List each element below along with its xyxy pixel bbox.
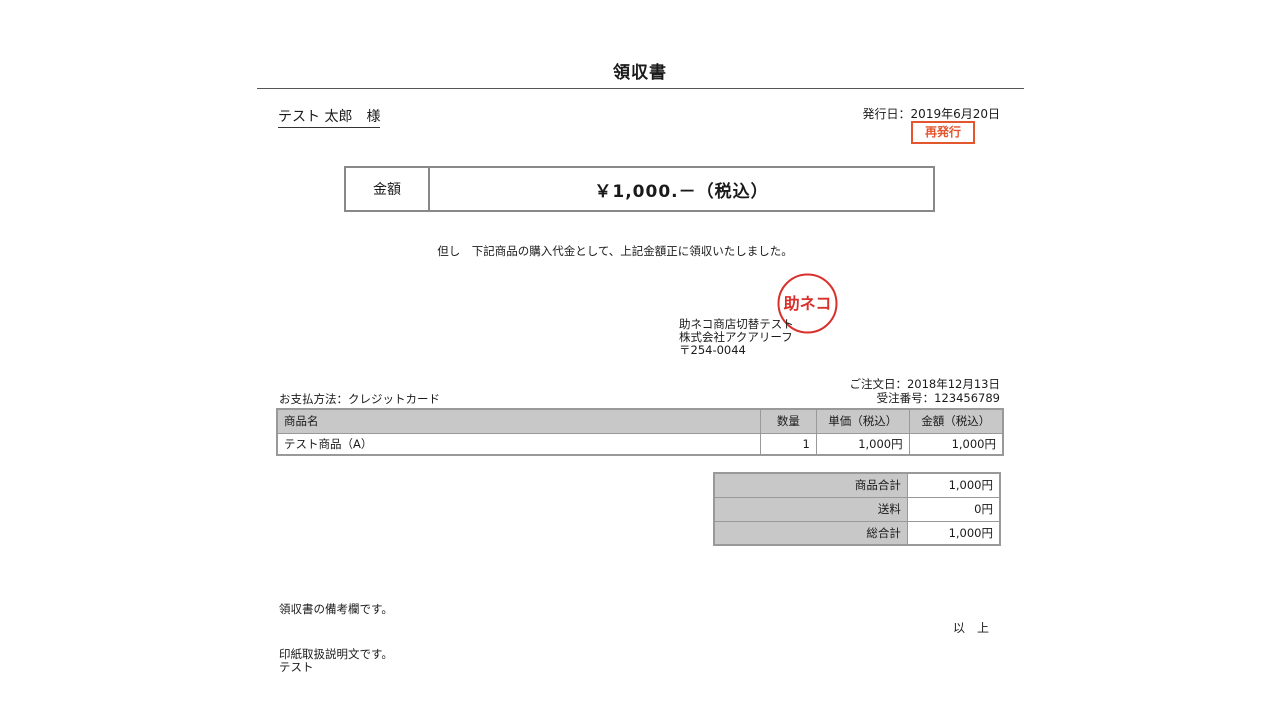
proviso-text: 但し 下記商品の購入代金として、上記金額正に領収いたしました。 <box>437 244 793 258</box>
amount-label: 金額 <box>346 168 430 210</box>
table-row: テスト商品（A） 1 1,000円 1,000円 <box>277 432 1003 455</box>
order-info: ご注文日：2018年12月13日 受注番号：123456789 <box>780 377 1000 405</box>
issue-date: 発行日：2019年6月20日 <box>820 105 1000 122</box>
items-header-row: 商品名 数量 単価（税込） 金額（税込） <box>277 409 1003 433</box>
grand-total-value: 1,000円 <box>907 520 1000 545</box>
totals-table: 商品合計 1,000円 送料 0円 総合計 1,000円 <box>713 472 1001 546</box>
item-quantity: 1 <box>760 432 817 455</box>
header-product-name: 商品名 <box>277 409 761 433</box>
items-table: 商品名 数量 単価（税込） 金額（税込） テスト商品（A） 1 1,000円 1… <box>276 408 1004 456</box>
item-unit-price: 1,000円 <box>816 432 910 455</box>
amount-box: 金額 ￥1,000.－（税込） <box>344 166 935 212</box>
header-unit-price: 単価（税込） <box>816 409 910 433</box>
closing-mark: 以 上 <box>953 621 990 635</box>
totals-row-shipping: 送料 0円 <box>714 496 1000 521</box>
subtotal-label: 商品合計 <box>714 473 908 497</box>
shop-postal: 〒254-0044 <box>679 343 746 357</box>
customer-name: テスト 太郎 様 <box>278 106 381 128</box>
item-name: テスト商品（A） <box>277 432 761 455</box>
shipping-label: 送料 <box>714 496 908 521</box>
document-title: 領収書 <box>613 63 667 83</box>
subtotal-value: 1,000円 <box>948 478 993 493</box>
header-quantity: 数量 <box>760 409 817 433</box>
reissue-badge: 再発行 <box>911 121 975 144</box>
order-date: ご注文日：2018年12月13日 <box>849 377 1000 391</box>
title-divider <box>257 88 1024 89</box>
grand-total-label: 総合計 <box>714 520 908 545</box>
seal-text: 助ネコ <box>784 294 832 313</box>
totals-row-grand-total: 総合計 1,000円 <box>714 520 1000 545</box>
payment-method: お支払方法：クレジットカード <box>279 392 440 406</box>
header-amount: 金額（税込） <box>909 409 1003 433</box>
order-number: 受注番号：123456789 <box>876 390 1000 405</box>
stamp-note: 印紙取扱説明文です。 テスト <box>279 648 393 674</box>
totals-row-subtotal: 商品合計 1,000円 <box>714 473 1000 497</box>
stamp-note-line-2: テスト <box>279 660 314 674</box>
shop-info: 助ネコ商店切替テスト 株式会社アクアリーフ 〒254-0044 <box>679 318 794 357</box>
shipping-value: 0円 <box>907 496 1000 521</box>
remarks-text: 領収書の備考欄です。 <box>279 602 393 616</box>
issue-date-value: 2019年6月20日 <box>910 107 1000 121</box>
item-amount: 1,000円 <box>909 432 1003 455</box>
amount-value: ￥1,000.－（税込） <box>594 181 769 202</box>
issue-date-label: 発行日： <box>862 107 911 121</box>
